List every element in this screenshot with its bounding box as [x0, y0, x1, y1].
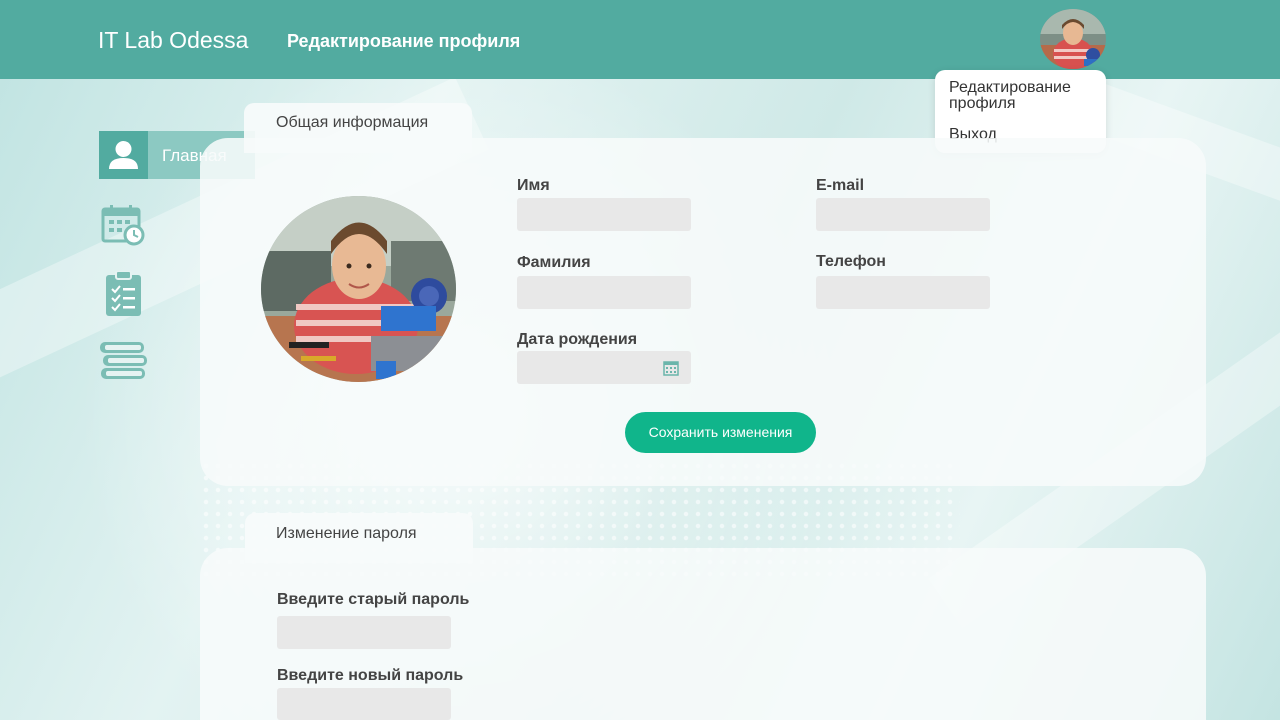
page-title: Редактирование профиля	[287, 31, 521, 51]
first-name-field[interactable]	[517, 198, 691, 231]
tab-label: Общая информация	[276, 114, 429, 131]
profile-photo-image	[261, 196, 456, 382]
sidebar-item-tasks[interactable]	[100, 270, 150, 316]
last-name-field[interactable]	[517, 276, 691, 309]
sidebar-item-library[interactable]	[98, 340, 148, 384]
menu-item-edit-profile[interactable]: Редактирование профиля	[949, 80, 1099, 112]
avatar-photo	[1040, 9, 1106, 69]
birth-date-label: Дата рождения	[517, 331, 638, 348]
checklist-icon	[106, 270, 141, 316]
new-password-field[interactable]	[277, 688, 451, 720]
email-field[interactable]	[816, 198, 990, 231]
old-password-label: Введите старый пароль	[277, 591, 470, 608]
email-label: E-mail	[816, 177, 865, 194]
phone-field[interactable]	[816, 276, 990, 309]
calendar-clock-icon	[101, 205, 145, 246]
last-name-label: Фамилия	[517, 254, 591, 271]
sidebar-item-schedule[interactable]	[100, 204, 150, 248]
profile-photo[interactable]	[261, 196, 456, 382]
user-avatar[interactable]	[1040, 9, 1106, 69]
old-password-field[interactable]	[277, 616, 451, 649]
phone-label: Телефон	[816, 253, 886, 270]
user-icon	[99, 131, 148, 179]
top-bar: IT Lab Odessa Редактирование профиля	[0, 0, 1280, 79]
brand-logo-text[interactable]: IT Lab Odessa	[98, 27, 248, 54]
calendar-icon	[663, 361, 679, 376]
save-changes-button[interactable]: Сохранить изменения	[625, 412, 816, 453]
books-icon	[100, 342, 147, 379]
date-picker-button[interactable]	[662, 359, 680, 377]
tab-label: Изменение пароля	[276, 525, 417, 542]
first-name-label: Имя	[517, 177, 550, 194]
new-password-label: Введите новый пароль	[277, 667, 464, 684]
